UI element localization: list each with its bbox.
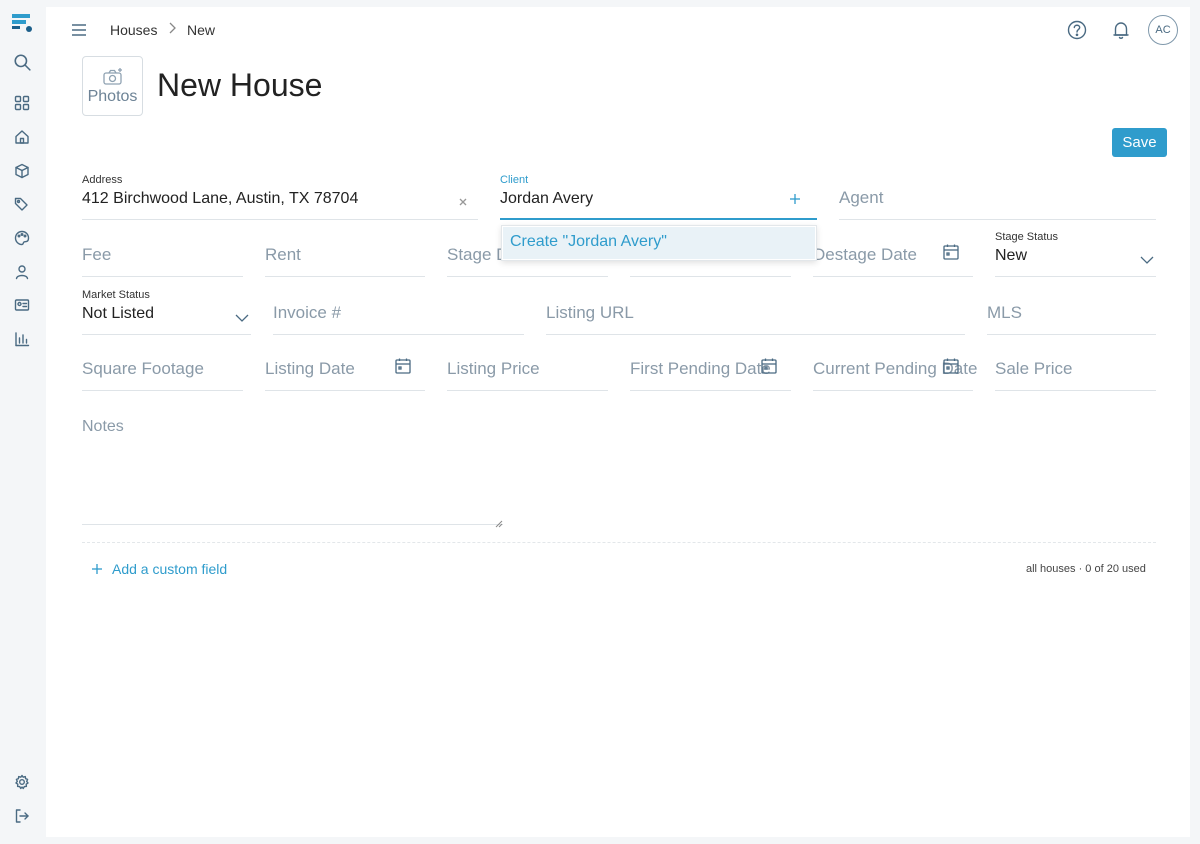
search-icon[interactable] — [11, 51, 33, 73]
client-suggestion-dropdown: Create "Jordan Avery" — [501, 225, 817, 261]
stage-status-select[interactable]: Stage Status New — [995, 231, 1156, 277]
fee-input[interactable]: Fee — [82, 245, 111, 265]
add-custom-field-label: Add a custom field — [112, 561, 228, 577]
home-icon[interactable] — [11, 126, 33, 148]
calendar-icon[interactable] — [942, 243, 960, 261]
logout-icon[interactable] — [11, 805, 33, 827]
sidebar — [0, 0, 45, 844]
tags-icon[interactable] — [11, 193, 33, 215]
custom-field-usage-text: all houses · 0 of 20 used — [1026, 563, 1146, 575]
stage-status-label: Stage Status — [995, 231, 1058, 243]
photos-button[interactable]: Photos — [82, 56, 143, 116]
breadcrumb-houses-link[interactable]: Houses — [110, 22, 157, 38]
mls-field[interactable]: MLS — [987, 289, 1156, 335]
camera-add-icon — [102, 67, 122, 85]
help-icon[interactable] — [1066, 19, 1088, 41]
listing-url-input[interactable]: Listing URL — [546, 303, 634, 323]
inventory-box-icon[interactable] — [11, 160, 33, 182]
sale-price-field[interactable]: Sale Price — [995, 345, 1156, 391]
market-status-value: Not Listed — [82, 305, 155, 322]
calendar-icon[interactable] — [394, 357, 412, 375]
listing-date-field[interactable]: Listing Date — [265, 345, 425, 391]
create-client-option[interactable]: Create "Jordan Avery" — [503, 227, 815, 259]
market-status-label: Market Status — [82, 289, 150, 301]
sale-price-input[interactable]: Sale Price — [995, 359, 1072, 379]
notifications-bell-icon[interactable] — [1110, 19, 1132, 41]
calendar-icon[interactable] — [760, 357, 778, 375]
save-button[interactable]: Save — [1112, 128, 1167, 157]
stage-status-value: New — [995, 247, 1028, 264]
listing-price-field[interactable]: Listing Price — [447, 345, 608, 391]
reports-chart-icon[interactable] — [11, 328, 33, 350]
destage-date-field[interactable]: Destage Date — [813, 231, 973, 277]
listing-url-field[interactable]: Listing URL — [546, 289, 965, 335]
agent-field[interactable]: Agent — [839, 174, 1156, 220]
breadcrumb-current: New — [187, 22, 216, 38]
invoice-field[interactable]: Invoice # — [273, 289, 524, 335]
contact-card-icon[interactable] — [11, 294, 33, 316]
plus-icon — [92, 564, 102, 574]
palette-icon[interactable] — [11, 227, 33, 249]
address-field[interactable]: Address 412 Birchwood Lane, Austin, TX 7… — [82, 174, 478, 220]
clear-icon[interactable] — [454, 193, 472, 211]
square-footage-input[interactable]: Square Footage — [82, 359, 204, 379]
first-pending-date-field[interactable]: First Pending Date — [630, 345, 791, 391]
fee-field[interactable]: Fee — [82, 231, 243, 277]
add-custom-field-link[interactable]: Add a custom field — [91, 561, 227, 577]
page-title: New House — [157, 67, 323, 103]
chevron-down-icon[interactable] — [1138, 251, 1156, 269]
market-status-select[interactable]: Market Status Not Listed — [82, 289, 251, 335]
hamburger-menu-icon[interactable] — [69, 20, 89, 40]
section-divider — [82, 542, 1156, 543]
square-footage-field[interactable]: Square Footage — [82, 345, 243, 391]
settings-gear-icon[interactable] — [11, 771, 33, 793]
app-logo[interactable] — [11, 12, 33, 34]
chevron-right-icon — [166, 20, 178, 36]
address-label: Address — [82, 174, 123, 186]
invoice-input[interactable]: Invoice # — [273, 303, 341, 323]
photos-label: Photos — [87, 87, 138, 105]
listing-price-input[interactable]: Listing Price — [447, 359, 540, 379]
dashboard-icon[interactable] — [11, 92, 33, 114]
add-client-plus-icon[interactable] — [786, 190, 804, 208]
current-pending-date-field[interactable]: Current Pending Date — [813, 345, 977, 391]
mls-input[interactable]: MLS — [987, 303, 1022, 323]
destage-date-input[interactable]: Destage Date — [813, 245, 917, 265]
resize-handle-icon[interactable] — [495, 515, 503, 528]
listing-date-input[interactable]: Listing Date — [265, 359, 355, 379]
client-input[interactable]: Jordan Avery — [500, 190, 593, 208]
user-icon[interactable] — [11, 261, 33, 283]
rent-input[interactable]: Rent — [265, 245, 301, 265]
notes-textarea[interactable]: Notes — [82, 411, 503, 528]
agent-input[interactable]: Agent — [839, 188, 883, 208]
first-pending-date-input[interactable]: First Pending Date — [630, 359, 771, 379]
main-panel: Houses New AC Photos New House Save Addr… — [46, 7, 1190, 837]
client-field[interactable]: Client Jordan Avery — [500, 174, 817, 220]
rent-field[interactable]: Rent — [265, 231, 425, 277]
calendar-icon[interactable] — [942, 357, 960, 375]
client-label: Client — [500, 174, 529, 186]
notes-placeholder: Notes — [82, 418, 124, 435]
user-avatar[interactable]: AC — [1148, 15, 1178, 45]
chevron-down-icon[interactable] — [233, 309, 251, 327]
address-input[interactable]: 412 Birchwood Lane, Austin, TX 78704 — [82, 190, 358, 208]
